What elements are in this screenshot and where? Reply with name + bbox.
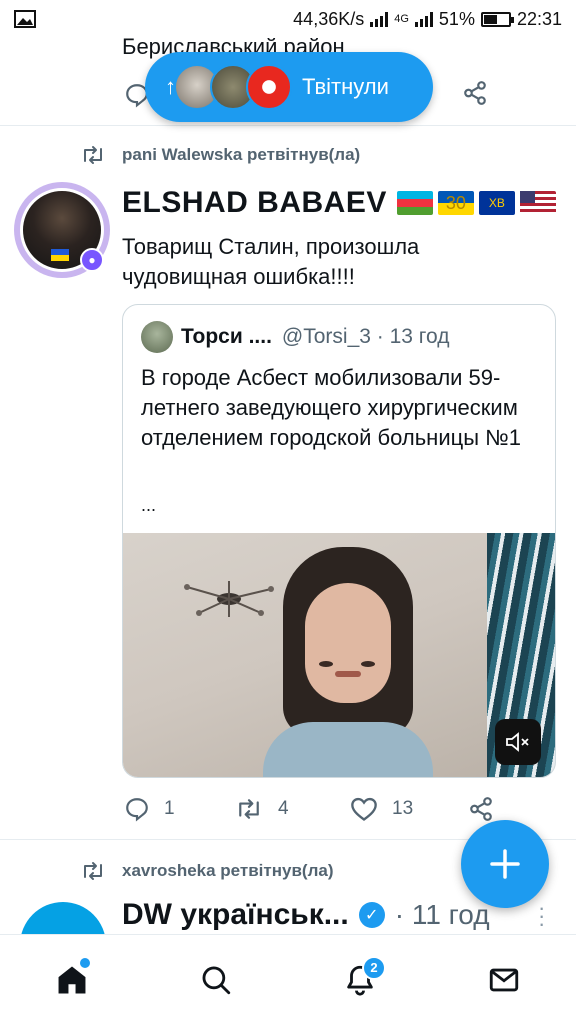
battery-icon xyxy=(480,11,514,27)
tweet[interactable]: pani Walewska ретвітнув(ла) ● ELSHAD BAB… xyxy=(0,128,576,840)
image-icon xyxy=(14,10,36,28)
share-icon[interactable] xyxy=(462,80,488,106)
status-bar: 44,36K/s 4G 51% 22:31 xyxy=(0,0,576,38)
azerbaijan-flag-icon xyxy=(396,191,433,215)
muted-speaker-icon xyxy=(506,732,529,752)
retweet-button[interactable]: 4 xyxy=(234,797,350,821)
signal-icon xyxy=(370,11,389,27)
reply-button[interactable]: 1 xyxy=(124,796,234,822)
space-badge-icon: ● xyxy=(80,248,104,272)
author-line[interactable]: DW українськ... ✓ · 11 год xyxy=(122,898,490,932)
notification-badge: 2 xyxy=(362,955,386,980)
tweet-time: · 11 год xyxy=(394,899,490,930)
clock: 22:31 xyxy=(516,8,562,29)
new-tweets-pill[interactable]: ↑ Твітнули xyxy=(145,52,433,122)
retweet-icon xyxy=(84,146,102,164)
tweet-actions: 1 4 13 xyxy=(124,796,504,822)
compose-tweet-button[interactable] xyxy=(461,820,549,908)
author-name[interactable]: ELSHAD BABAEV xyxy=(122,186,387,220)
plus-icon xyxy=(490,849,520,879)
signal-icon-2 xyxy=(414,11,433,27)
retweeted-by-label: xavrosheka ретвітнув(ла) xyxy=(122,861,334,880)
author-line[interactable]: ELSHAD BABAEV 30 ХВ xyxy=(122,186,556,220)
person-in-video xyxy=(263,547,433,777)
eu-flag-icon: ХВ xyxy=(478,191,515,215)
heart-icon xyxy=(351,797,377,821)
search-icon xyxy=(202,966,231,994)
usa-flag-icon xyxy=(519,191,556,215)
mute-button[interactable] xyxy=(495,719,541,765)
nav-messages[interactable] xyxy=(474,950,534,1010)
retweet-context: pani Walewska ретвітнув(ла) xyxy=(80,144,360,166)
reply-icon xyxy=(126,798,148,822)
bottom-nav: 2 xyxy=(0,934,576,1024)
ukraine-flag-icon: 30 xyxy=(437,191,474,215)
more-options-icon[interactable]: · · · xyxy=(538,897,545,935)
pill-avatar xyxy=(246,64,292,110)
battery-percent: 51% xyxy=(438,8,475,29)
quoted-handle-time: @Torsi_3 · 13 год xyxy=(281,325,450,348)
retweet-icon xyxy=(84,862,102,880)
share-icon xyxy=(470,797,492,821)
nav-notifications[interactable]: 2 xyxy=(330,950,390,1010)
like-count: 13 xyxy=(392,798,414,819)
author-name[interactable]: DW українськ... xyxy=(122,898,349,932)
quoted-tweet[interactable]: Торси .... @Torsi_3 · 13 год В городе Ас… xyxy=(122,304,556,778)
quoted-tweet-text: В городе Асбест мобилизовали 59-летнего … xyxy=(141,365,521,450)
retweet-count: 4 xyxy=(278,798,289,819)
like-button[interactable]: 13 xyxy=(350,796,468,822)
pill-label: Твітнули xyxy=(302,74,389,99)
quoted-tweet-header: Торси .... @Torsi_3 · 13 год xyxy=(141,321,449,353)
tweet-text: Товарищ Сталин, произошла чудовищная оши… xyxy=(122,234,420,289)
retweet-context: xavrosheka ретвітнув(ла) xyxy=(80,860,333,882)
network-speed: 44,36K/s xyxy=(293,8,365,29)
home-icon xyxy=(58,966,86,993)
new-content-dot xyxy=(80,957,90,968)
mail-icon xyxy=(489,968,519,991)
nav-home[interactable] xyxy=(42,950,102,1010)
network-type: 4G xyxy=(394,13,409,25)
share-button[interactable] xyxy=(468,796,494,822)
retweet-icon xyxy=(239,799,259,819)
quoted-author-name: Торси .... xyxy=(181,325,272,348)
quoted-video[interactable] xyxy=(123,533,555,777)
verified-badge-icon: ✓ xyxy=(358,902,385,928)
quoted-more: ... xyxy=(141,495,157,515)
ceiling-lamp xyxy=(184,581,274,617)
quoted-avatar xyxy=(141,321,173,353)
reply-count: 1 xyxy=(164,798,175,819)
flag-emojis: 30 ХВ xyxy=(396,191,556,215)
retweeted-by-label: pani Walewska ретвітнув(ла) xyxy=(122,145,361,164)
nav-search[interactable] xyxy=(186,950,246,1010)
